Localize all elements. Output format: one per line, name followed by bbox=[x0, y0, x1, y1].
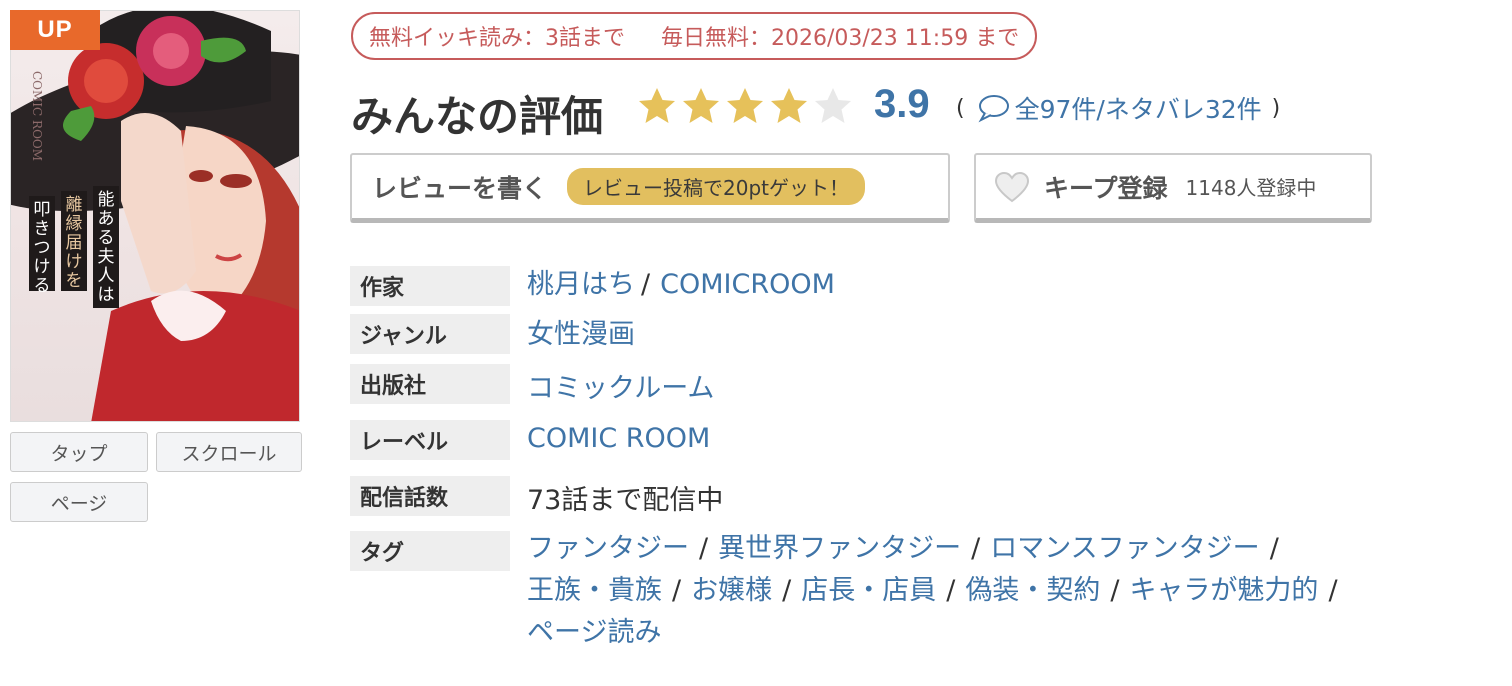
star-filled-icon bbox=[727, 88, 763, 123]
page-view-button[interactable]: ページ bbox=[10, 482, 148, 522]
tag-link[interactable]: お嬢様 bbox=[691, 575, 772, 606]
review-promo-badge: レビュー投稿で20ptゲット！ bbox=[567, 168, 866, 205]
tag-link[interactable]: キャラが魅力的 bbox=[1129, 575, 1318, 606]
label-link[interactable]: COMIC ROOM bbox=[527, 423, 710, 454]
label-label: レーベル bbox=[350, 420, 510, 460]
star-filled-icon bbox=[771, 88, 807, 123]
review-count-text[interactable]: 全97件/ネタバレ32件 bbox=[1015, 90, 1262, 126]
episodes-label: 配信話数 bbox=[350, 476, 510, 516]
write-review-button[interactable]: レビューを書く レビュー投稿で20ptゲット！ bbox=[350, 153, 950, 223]
rating-stars bbox=[636, 86, 854, 126]
keep-register-button[interactable]: キープ登録 1148人登録中 bbox=[974, 153, 1372, 223]
tag-link[interactable]: 王族・貴族 bbox=[527, 575, 662, 606]
keep-count: 1148人登録中 bbox=[1185, 176, 1317, 200]
review-count-link[interactable]: ( 全97件/ネタバレ32件 ) bbox=[956, 90, 1280, 126]
genre-link[interactable]: 女性漫画 bbox=[527, 312, 635, 351]
speech-bubble-icon bbox=[978, 95, 1009, 123]
open-paren: ( bbox=[956, 95, 965, 121]
tags-row-1: ファンタジー / 異世界ファンタジー / ロマンスファンタジー / bbox=[527, 533, 1279, 564]
author-values: 桃月はち / COMICROOM bbox=[527, 269, 835, 300]
tags-label: タグ bbox=[350, 531, 510, 571]
genre-label: ジャンル bbox=[350, 314, 510, 354]
cover-illustration bbox=[11, 11, 299, 421]
tag-link[interactable]: ロマンスファンタジー bbox=[990, 533, 1259, 564]
tag-link[interactable]: ページ読み bbox=[527, 617, 661, 648]
tags-row-2: 王族・貴族 / お嬢様 / 店長・店員 / 偽装・契約 / キャラが魅力的 / bbox=[527, 575, 1338, 606]
update-badge: UP bbox=[10, 10, 100, 50]
tag-link[interactable]: 偽装・契約 bbox=[965, 575, 1100, 606]
rating-score: 3.9 bbox=[874, 82, 930, 126]
scroll-view-button[interactable]: スクロール bbox=[156, 432, 302, 472]
publisher-label: 出版社 bbox=[350, 364, 510, 404]
tag-link[interactable]: 異世界ファンタジー bbox=[718, 533, 961, 564]
rating-title: みんなの評価 bbox=[351, 92, 604, 141]
star-filled-icon bbox=[683, 88, 719, 123]
star-filled-icon bbox=[639, 88, 675, 123]
cover-title-line-3: 叩きつける bbox=[33, 200, 51, 296]
author-link-2[interactable]: COMICROOM bbox=[660, 269, 835, 300]
cover-title-line-1: 能ある夫人は bbox=[97, 190, 115, 305]
cover-title-line-2: 離縁届けを bbox=[65, 195, 83, 291]
tags-list: ファンタジー / 異世界ファンタジー / ロマンスファンタジー / 王族・貴族 / お嬢様 / 店… bbox=[527, 528, 1348, 654]
tag-link[interactable]: 店長・店員 bbox=[801, 575, 936, 606]
author-link-1[interactable]: 桃月はち bbox=[527, 269, 635, 300]
tags-row-3: ページ読み bbox=[527, 612, 1348, 654]
author-label: 作家 bbox=[350, 266, 510, 306]
tag-link[interactable]: ファンタジー bbox=[527, 533, 689, 564]
free-reading-banner: 無料イッキ読み：3話まで 毎日無料：2026/03/23 11:59 まで bbox=[351, 12, 1038, 60]
write-review-label: レビューを書く bbox=[372, 173, 548, 203]
episodes-value: 73話まで配信中 bbox=[527, 485, 724, 516]
keep-register-label: キープ登録 bbox=[1044, 173, 1168, 203]
heart-icon bbox=[994, 171, 1030, 202]
publisher-link[interactable]: コミックルーム bbox=[527, 366, 714, 405]
daily-free-text: 毎日無料：2026/03/23 11:59 まで bbox=[661, 26, 1020, 51]
cover-image[interactable]: 能ある夫人は 離縁届けを 叩きつける COMIC ROOM bbox=[10, 10, 300, 422]
cover-brand: COMIC ROOM bbox=[30, 71, 44, 162]
tap-view-button[interactable]: タップ bbox=[10, 432, 148, 472]
binge-free-text: 無料イッキ読み：3話まで bbox=[369, 26, 625, 51]
star-empty-icon bbox=[815, 88, 851, 123]
close-paren: ) bbox=[1271, 95, 1281, 121]
